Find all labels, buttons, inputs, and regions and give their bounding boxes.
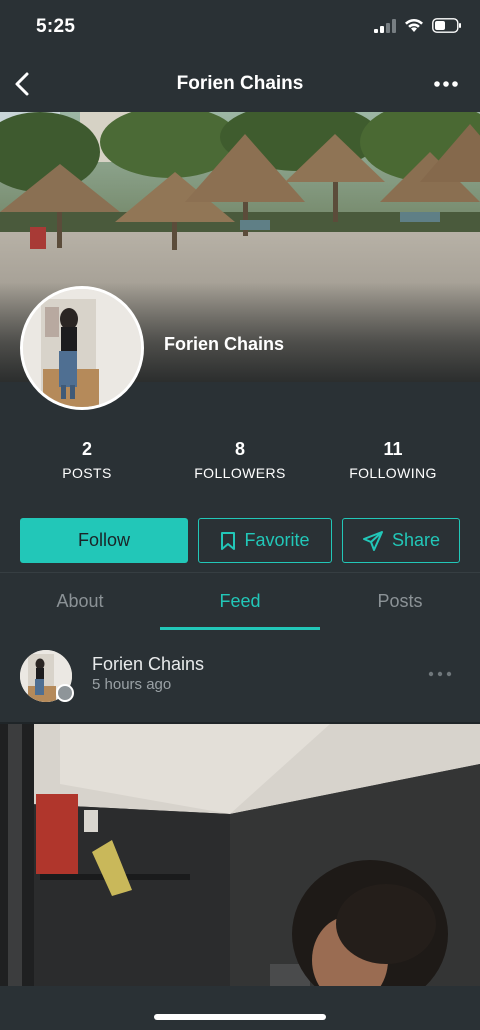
send-icon xyxy=(362,530,383,551)
status-time: 5:25 xyxy=(36,16,76,37)
stat-posts-label: POSTS xyxy=(62,465,112,481)
stat-followers-label: FOLLOWERS xyxy=(194,465,286,481)
profile-name: Forien Chains xyxy=(164,334,285,354)
signal-icon xyxy=(374,18,396,33)
profile-tabs: About Feed Posts xyxy=(0,572,480,630)
home-indicator-area xyxy=(0,986,480,1030)
nav-bar: Forien Chains xyxy=(0,56,480,112)
page-title: Forien Chains xyxy=(176,73,304,94)
post-timestamp: 5 hours ago xyxy=(92,676,172,693)
tab-about[interactable]: About xyxy=(0,573,160,629)
wifi-icon xyxy=(405,18,423,32)
status-bar: 5:25 xyxy=(0,0,480,56)
tab-posts[interactable]: Posts xyxy=(320,573,480,629)
post-image[interactable] xyxy=(0,724,480,986)
favorite-button-label: Favorite xyxy=(244,530,310,550)
status-icons xyxy=(374,18,462,33)
post-header: Forien Chains 5 hours ago xyxy=(0,630,480,722)
stat-following-label: FOLLOWING xyxy=(349,465,437,481)
stat-following[interactable]: 11 FOLLOWING xyxy=(313,438,473,482)
favorite-button[interactable]: Favorite xyxy=(198,518,332,563)
profile-avatar[interactable] xyxy=(20,286,144,410)
stat-posts[interactable]: 2 POSTS xyxy=(7,438,167,482)
camera-badge-icon xyxy=(56,684,74,702)
more-horizontal-icon[interactable] xyxy=(428,668,452,680)
stat-followers-value: 8 xyxy=(234,439,245,459)
tab-feed[interactable]: Feed xyxy=(160,573,320,629)
follow-button-label: Follow xyxy=(77,530,130,550)
profile-stats: 2 POSTS 8 FOLLOWERS 11 FOLLOWING xyxy=(0,438,480,488)
follow-button[interactable]: Follow xyxy=(20,518,188,563)
home-indicator[interactable] xyxy=(154,1014,326,1020)
more-horizontal-icon[interactable] xyxy=(432,70,460,98)
stat-posts-value: 2 xyxy=(81,439,92,459)
stat-followers[interactable]: 8 FOLLOWERS xyxy=(160,438,320,482)
share-button-label: Share xyxy=(391,530,441,550)
post-author-name[interactable]: Forien Chains xyxy=(92,654,204,675)
battery-icon xyxy=(432,18,461,33)
stat-following-value: 11 xyxy=(383,439,403,459)
bookmark-icon xyxy=(221,531,236,550)
share-button[interactable]: Share xyxy=(342,518,460,563)
